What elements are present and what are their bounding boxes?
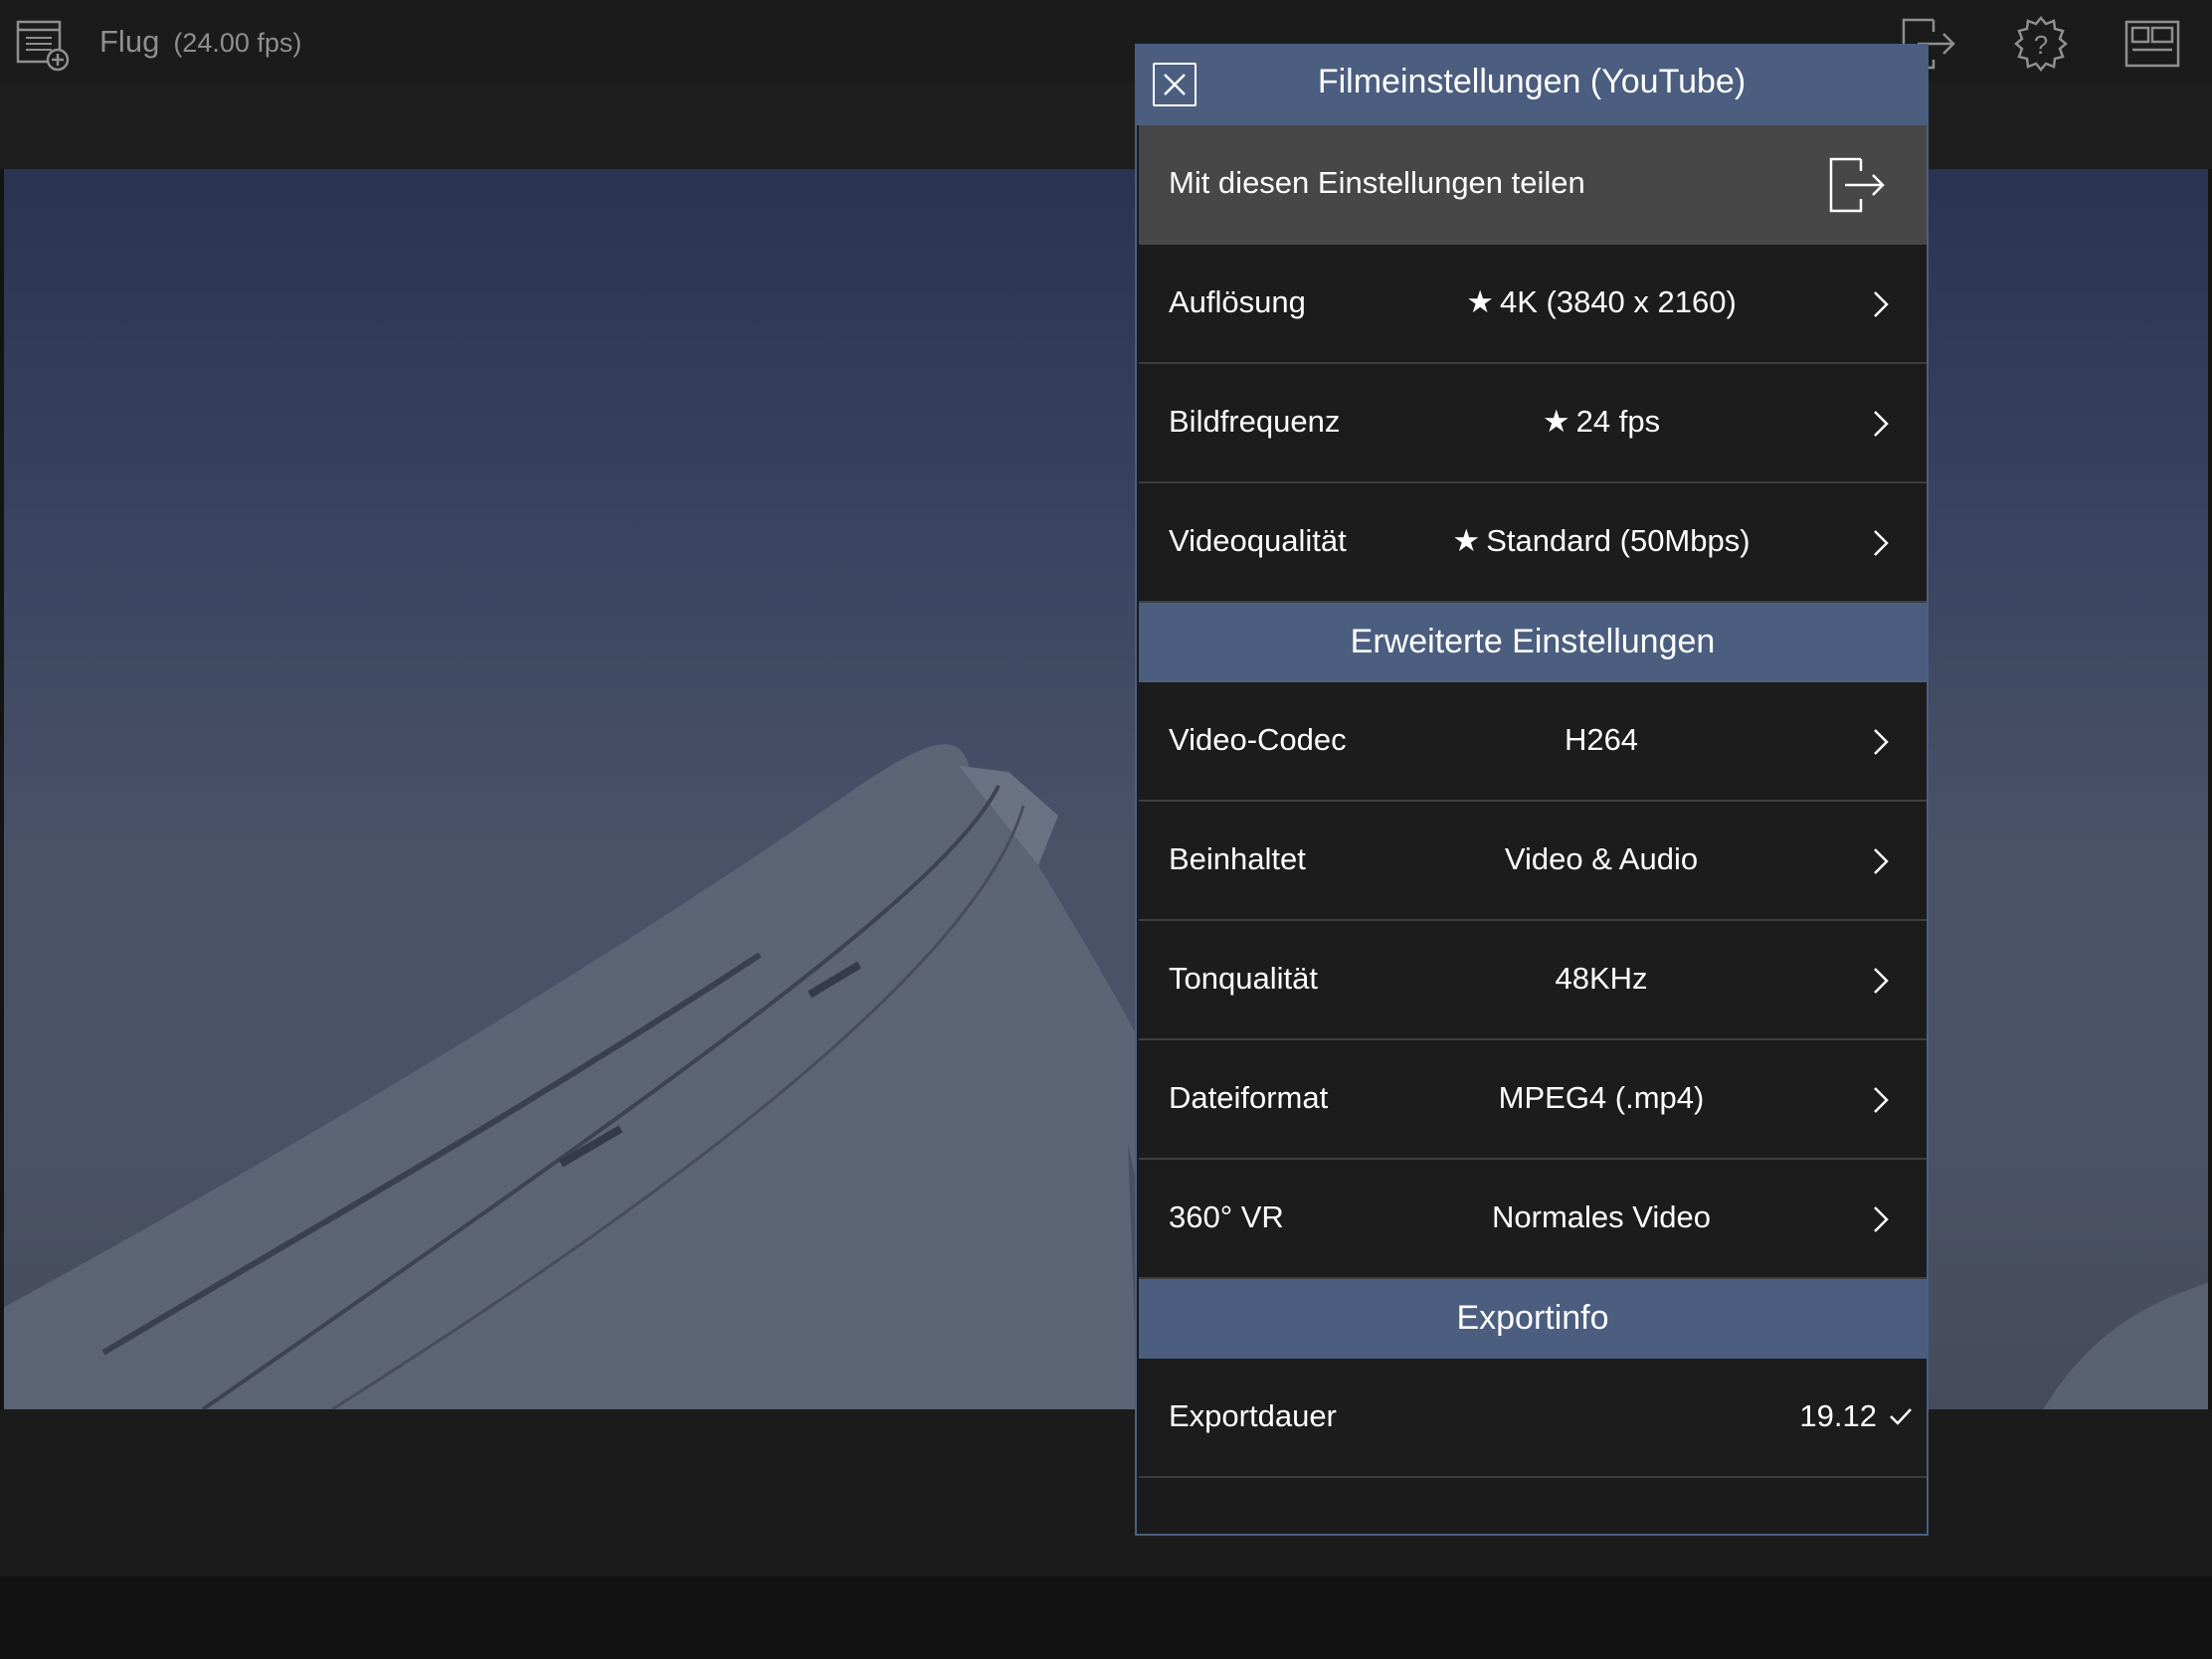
project-list-icon[interactable] bbox=[16, 18, 72, 74]
setting-value: ★ Standard (50Mbps) bbox=[1378, 523, 1825, 559]
setting-row-360-vr[interactable]: 360° VR Normales Video bbox=[1139, 1160, 1927, 1279]
setting-row-video-quality[interactable]: Videoqualität ★ Standard (50Mbps) bbox=[1139, 483, 1927, 603]
export-info-header: Exportinfo bbox=[1139, 1279, 1927, 1359]
setting-label: 360° VR bbox=[1169, 1199, 1284, 1234]
setting-label: Auflösung bbox=[1169, 284, 1306, 319]
project-fps: (24.00 fps) bbox=[173, 28, 302, 58]
star-icon: ★ bbox=[1542, 404, 1570, 439]
setting-row-resolution[interactable]: Auflösung ★ 4K (3840 x 2160) bbox=[1139, 245, 1927, 364]
setting-label: Tonqualität bbox=[1169, 961, 1318, 996]
section-title: Exportinfo bbox=[1456, 1299, 1609, 1337]
setting-label: Bildfrequenz bbox=[1169, 404, 1341, 439]
setting-label: Video-Codec bbox=[1169, 722, 1347, 757]
project-title[interactable]: Flug (24.00 fps) bbox=[99, 24, 301, 60]
setting-value: MPEG4 (.mp4) bbox=[1498, 1080, 1705, 1115]
export-duration-value: 19.12 bbox=[1799, 1398, 1877, 1433]
chevron-right-icon bbox=[1874, 291, 1889, 317]
setting-label: Dateiformat bbox=[1169, 1080, 1329, 1115]
chevron-right-icon bbox=[1874, 1087, 1889, 1113]
setting-value-text: Standard (50Mbps) bbox=[1486, 523, 1751, 558]
setting-value-text: 4K (3840 x 2160) bbox=[1499, 284, 1737, 319]
section-title: Erweiterte Einstellungen bbox=[1350, 623, 1716, 660]
setting-row-audio-quality[interactable]: Tonqualität 48KHz bbox=[1139, 921, 1927, 1040]
setting-value-text: 24 fps bbox=[1575, 404, 1661, 439]
bottom-strip bbox=[0, 1576, 2212, 1659]
layout-icon[interactable] bbox=[2122, 14, 2182, 74]
chevron-right-icon bbox=[1874, 1206, 1889, 1232]
checkmark-icon bbox=[1890, 1408, 1912, 1425]
chevron-right-icon bbox=[1874, 729, 1889, 755]
project-name: Flug bbox=[99, 24, 160, 59]
dialog-title: Filmeinstellungen (YouTube) bbox=[1317, 63, 1747, 100]
setting-row-file-format[interactable]: Dateiformat MPEG4 (.mp4) bbox=[1139, 1040, 1927, 1160]
setting-value: Normales Video bbox=[1492, 1199, 1711, 1234]
setting-label: Beinhaltet bbox=[1169, 841, 1306, 876]
export-duration-label: Exportdauer bbox=[1169, 1398, 1337, 1433]
export-duration-row: Exportdauer 19.12 bbox=[1139, 1359, 1927, 1478]
setting-value: ★ 4K (3840 x 2160) bbox=[1378, 284, 1825, 320]
setting-row-frame-rate[interactable]: Bildfrequenz ★ 24 fps bbox=[1139, 364, 1927, 483]
chevron-right-icon bbox=[1874, 530, 1889, 556]
chevron-right-icon bbox=[1874, 968, 1889, 994]
setting-value: 48KHz bbox=[1555, 961, 1648, 996]
share-label: Mit diesen Einstellungen teilen bbox=[1169, 165, 1585, 200]
help-gear-icon[interactable]: ? bbox=[2011, 14, 2071, 74]
movie-settings-dialog: Filmeinstellungen (YouTube) Mit diesen E… bbox=[1135, 44, 1929, 1536]
star-icon: ★ bbox=[1466, 284, 1494, 319]
share-with-settings-button[interactable]: Mit diesen Einstellungen teilen bbox=[1139, 125, 1927, 245]
chevron-right-icon bbox=[1874, 848, 1889, 874]
setting-row-video-codec[interactable]: Video-Codec H264 bbox=[1139, 682, 1927, 802]
svg-text:?: ? bbox=[2034, 30, 2048, 60]
share-export-icon bbox=[1829, 157, 1885, 213]
setting-value: H264 bbox=[1564, 722, 1639, 757]
star-icon: ★ bbox=[1452, 523, 1481, 558]
setting-value: Video & Audio bbox=[1504, 841, 1699, 876]
setting-row-contents[interactable]: Beinhaltet Video & Audio bbox=[1139, 802, 1927, 921]
setting-label: Videoqualität bbox=[1169, 523, 1347, 558]
setting-value: ★ 24 fps bbox=[1378, 404, 1825, 440]
dialog-header: Filmeinstellungen (YouTube) bbox=[1137, 46, 1927, 125]
advanced-settings-header: Erweiterte Einstellungen bbox=[1139, 603, 1927, 682]
chevron-right-icon bbox=[1874, 411, 1889, 437]
